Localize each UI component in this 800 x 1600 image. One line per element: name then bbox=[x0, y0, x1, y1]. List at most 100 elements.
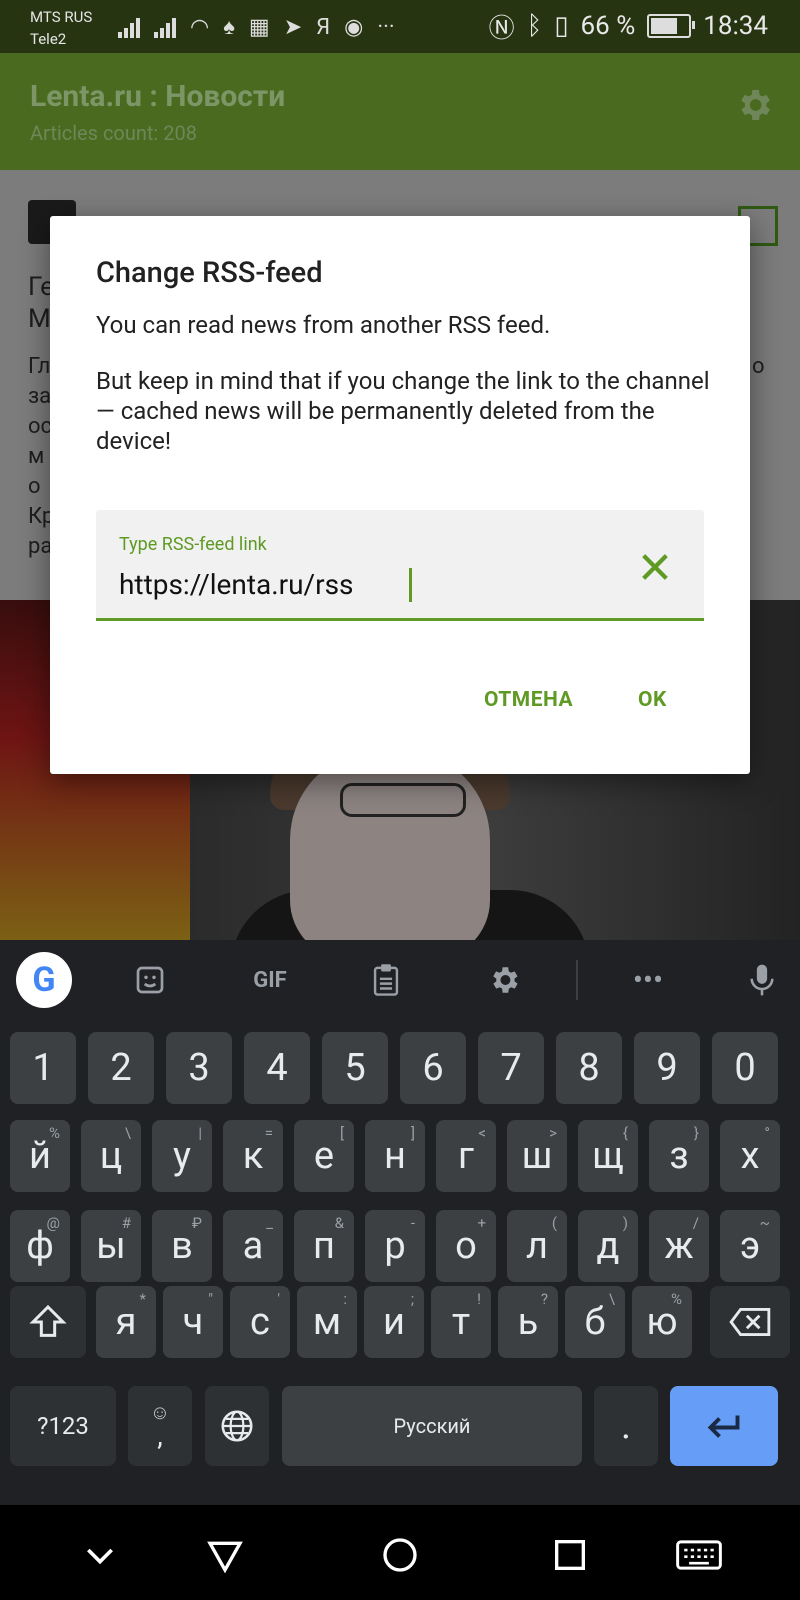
key-letter[interactable]: п & bbox=[294, 1210, 354, 1282]
key-letter[interactable]: ь? bbox=[498, 1286, 558, 1358]
clock: 18:34 bbox=[703, 11, 768, 41]
key-hint: - bbox=[410, 1214, 415, 1232]
key-label: й bbox=[29, 1134, 51, 1178]
key-letter[interactable]: ц \ bbox=[81, 1120, 141, 1192]
key-label: ц bbox=[99, 1134, 123, 1178]
key-0[interactable]: 0 bbox=[712, 1032, 778, 1104]
rss-link-field[interactable]: Type RSS-feed link bbox=[96, 510, 704, 621]
key-label: в bbox=[171, 1224, 193, 1268]
key-letter[interactable]: е[ bbox=[294, 1120, 354, 1192]
key-letter[interactable]: г < bbox=[436, 1120, 496, 1192]
key-hint: : bbox=[343, 1290, 347, 1308]
status-bar: MTS RUS Tele2 ◠ ♠ ▦ ➤ Я ◉ ··· Ⓝ ᛒ ▯ 66 %… bbox=[0, 0, 800, 53]
app-title: Lenta.ru : Новости bbox=[30, 79, 286, 114]
key-letter[interactable]: т! bbox=[431, 1286, 491, 1358]
key-label: л bbox=[526, 1224, 548, 1268]
key-label: н bbox=[384, 1134, 406, 1178]
gear-icon[interactable] bbox=[484, 958, 524, 1002]
gif-button[interactable]: GIF bbox=[240, 958, 300, 1002]
google-icon[interactable]: G bbox=[16, 952, 72, 1008]
notification-icons: ◠ ♠ ▦ ➤ Я ◉ ··· bbox=[118, 10, 395, 44]
more-icon[interactable]: ••• bbox=[626, 958, 670, 1002]
space-key[interactable]: Русский bbox=[282, 1386, 582, 1466]
key-7[interactable]: 7 bbox=[478, 1032, 544, 1104]
key-label: х bbox=[740, 1134, 760, 1178]
clipboard-icon[interactable] bbox=[366, 958, 406, 1002]
key-letter[interactable]: а _ bbox=[223, 1210, 283, 1282]
key-letter[interactable]: ф @ bbox=[10, 1210, 70, 1282]
navigation-bar bbox=[0, 1505, 800, 1600]
key-hint: \ bbox=[608, 1290, 615, 1308]
app-bar: Lenta.ru : Новости Articles count: 208 bbox=[0, 53, 800, 170]
key-letter[interactable]: н] bbox=[365, 1120, 425, 1192]
sticker-icon[interactable] bbox=[130, 958, 170, 1002]
key-letter[interactable]: ж / bbox=[649, 1210, 709, 1282]
key-3[interactable]: 3 bbox=[166, 1032, 232, 1104]
key-letter[interactable]: о + bbox=[436, 1210, 496, 1282]
carrier-1: MTS RUS bbox=[30, 8, 93, 26]
text-cursor bbox=[409, 568, 412, 602]
article-body-line: Гл bbox=[28, 354, 51, 379]
key-label: е bbox=[313, 1134, 335, 1178]
key-letter[interactable]: в ₽ bbox=[152, 1210, 212, 1282]
article-headline-line: М bbox=[28, 304, 51, 334]
bluetooth-icon: ᛒ bbox=[526, 11, 543, 41]
backspace-key[interactable] bbox=[710, 1286, 790, 1358]
comma-key[interactable]: ☺ , bbox=[128, 1386, 192, 1466]
articles-count: Articles count: 208 bbox=[30, 121, 197, 145]
key-letter[interactable]: б \ bbox=[565, 1286, 625, 1358]
key-1[interactable]: 1 bbox=[10, 1032, 76, 1104]
language-key[interactable] bbox=[205, 1386, 269, 1466]
home-icon[interactable] bbox=[380, 1535, 420, 1575]
period-key[interactable]: . bbox=[594, 1386, 658, 1466]
key-6[interactable]: 6 bbox=[400, 1032, 466, 1104]
key-hint: { bbox=[622, 1124, 628, 1142]
recents-icon[interactable] bbox=[550, 1535, 590, 1575]
gear-icon[interactable] bbox=[734, 85, 774, 125]
hide-keyboard-icon[interactable] bbox=[80, 1535, 120, 1575]
key-letter[interactable]: и; bbox=[364, 1286, 424, 1358]
article-body-line: о bbox=[28, 474, 41, 499]
signal-icon bbox=[118, 16, 140, 38]
key-letter[interactable]: х ° bbox=[720, 1120, 780, 1192]
battery-icon bbox=[647, 14, 696, 38]
key-letter[interactable]: с ' bbox=[230, 1286, 290, 1358]
cancel-button[interactable]: ОТМЕНА bbox=[484, 688, 573, 712]
rss-link-input[interactable] bbox=[119, 564, 599, 604]
key-letter[interactable]: й% bbox=[10, 1120, 70, 1192]
key-letter[interactable]: у | bbox=[152, 1120, 212, 1192]
key-9[interactable]: 9 bbox=[634, 1032, 700, 1104]
key-4[interactable]: 4 bbox=[244, 1032, 310, 1104]
key-label: д bbox=[596, 1224, 620, 1268]
key-2[interactable]: 2 bbox=[88, 1032, 154, 1104]
key-hint: [ bbox=[340, 1124, 344, 1142]
key-letter[interactable]: э ~ bbox=[720, 1210, 780, 1282]
enter-key[interactable] bbox=[670, 1386, 778, 1466]
key-letter[interactable]: ш > bbox=[507, 1120, 567, 1192]
key-letter[interactable]: я * bbox=[96, 1286, 156, 1358]
key-letter[interactable]: л( bbox=[507, 1210, 567, 1282]
key-letter[interactable]: д) bbox=[578, 1210, 638, 1282]
symbols-key[interactable]: ?123 bbox=[10, 1386, 116, 1466]
key-label: ь bbox=[517, 1300, 539, 1344]
key-8[interactable]: 8 bbox=[556, 1032, 622, 1104]
key-hint: * bbox=[139, 1290, 146, 1308]
shift-key[interactable] bbox=[10, 1286, 86, 1358]
key-letter[interactable]: м: bbox=[297, 1286, 357, 1358]
key-letter[interactable]: ю% bbox=[632, 1286, 692, 1358]
key-label: ж bbox=[664, 1224, 694, 1268]
key-letter[interactable]: щ{ bbox=[578, 1120, 638, 1192]
key-letter[interactable]: з} bbox=[649, 1120, 709, 1192]
key-hint: % bbox=[49, 1124, 60, 1142]
mic-icon[interactable] bbox=[742, 958, 782, 1002]
key-hint: % bbox=[671, 1290, 682, 1308]
key-letter[interactable]: к = bbox=[223, 1120, 283, 1192]
keyboard-icon[interactable] bbox=[676, 1535, 722, 1575]
clear-icon[interactable] bbox=[638, 550, 672, 584]
ok-button[interactable]: OK bbox=[638, 688, 667, 712]
key-letter[interactable]: ч " bbox=[163, 1286, 223, 1358]
key-letter[interactable]: ы # bbox=[81, 1210, 141, 1282]
key-letter[interactable]: р- bbox=[365, 1210, 425, 1282]
back-icon[interactable] bbox=[205, 1535, 245, 1575]
key-5[interactable]: 5 bbox=[322, 1032, 388, 1104]
